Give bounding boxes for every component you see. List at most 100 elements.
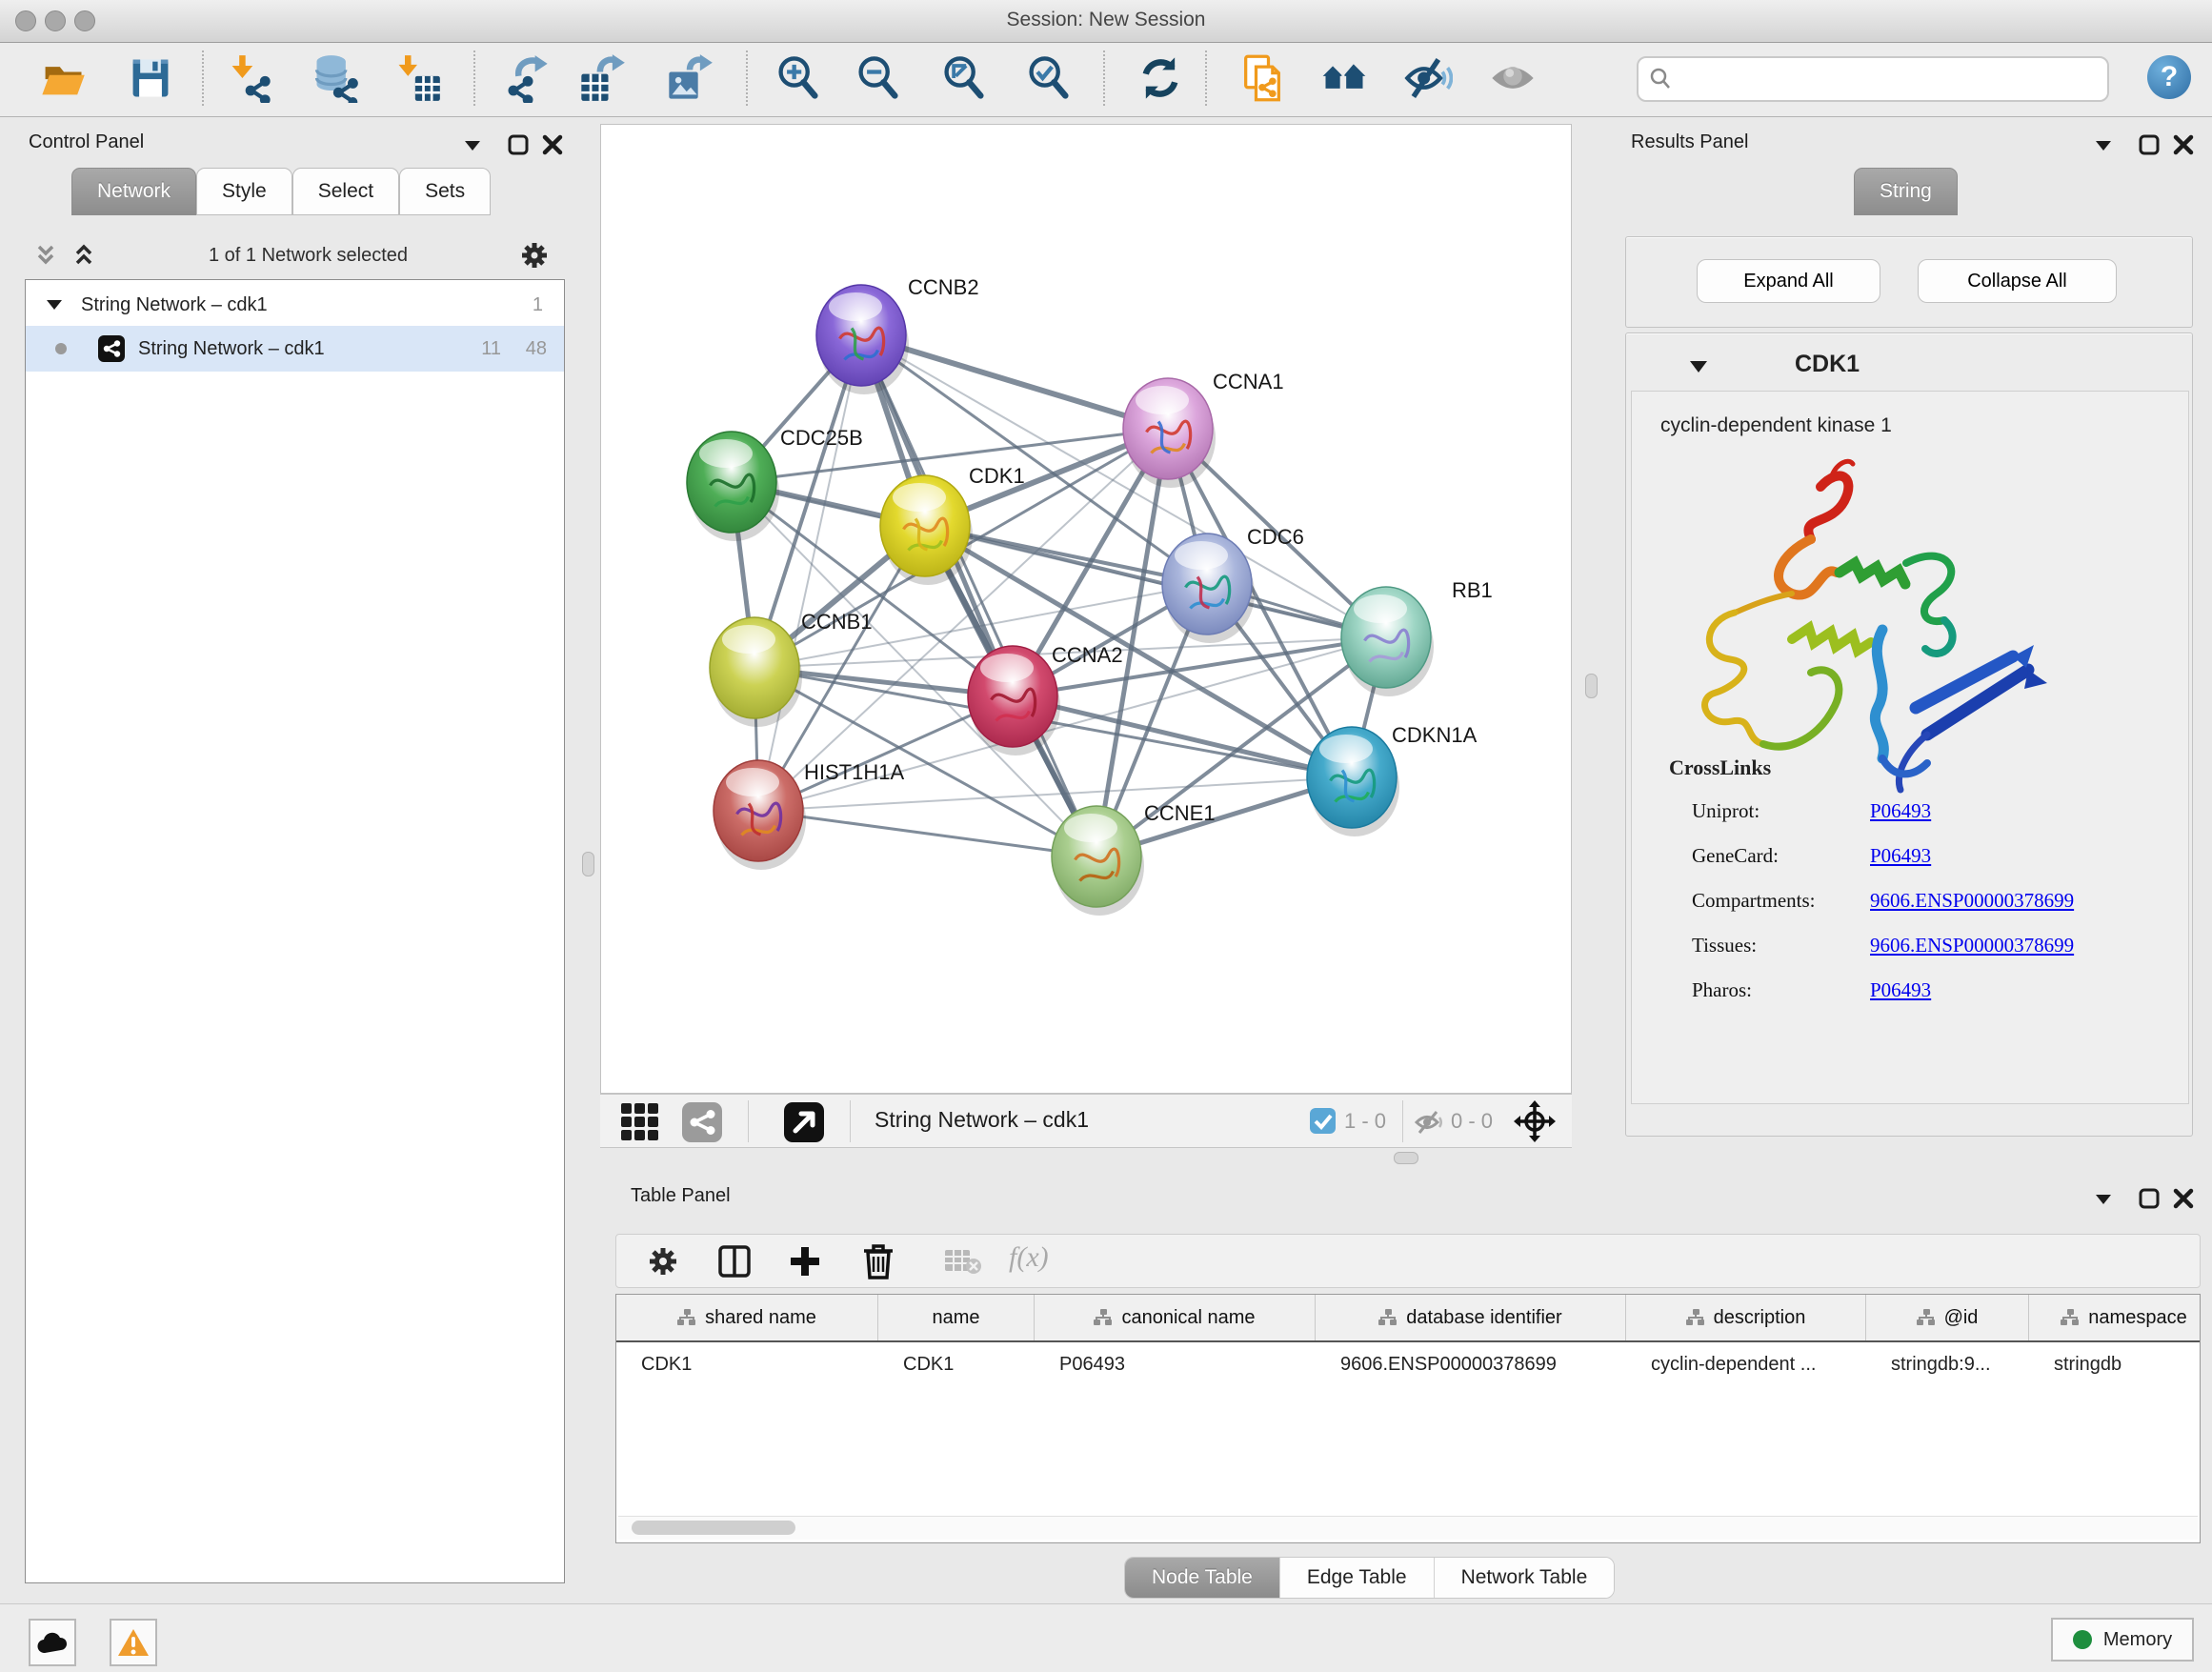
birdseye-grid-icon[interactable] [619,1101,661,1143]
horizontal-scrollbar[interactable] [618,1516,2198,1540]
table-cell[interactable]: stringdb:9... [1866,1354,2029,1376]
panel-float-icon[interactable] [2138,1187,2161,1210]
column-header-name[interactable]: name [878,1295,1035,1340]
zoom-fit-icon[interactable] [939,53,989,103]
network-node-CDKN1A[interactable] [1307,727,1399,836]
tab-node-table[interactable]: Node Table [1125,1558,1280,1598]
clone-network-icon[interactable] [1237,53,1287,103]
open-in-window-icon[interactable] [784,1102,824,1142]
network-node-CDK1[interactable] [880,475,973,585]
crosslink-link[interactable]: 9606.ENSP00000378699 [1870,889,2074,913]
help-button[interactable]: ? [2147,55,2191,99]
network-node-CCNB1[interactable] [710,617,802,727]
panel-close-icon[interactable] [2172,1187,2195,1210]
network-node-CCNB2[interactable] [816,285,909,394]
table-cell[interactable]: stringdb [2029,1354,2212,1376]
network-options-gear-icon[interactable] [519,240,550,271]
column-header-shared-name[interactable]: shared name [616,1295,878,1340]
splitter-handle[interactable] [1585,674,1598,698]
network-node-CCNE1[interactable] [1052,806,1144,916]
column-header-canonical-name[interactable]: canonical name [1035,1295,1316,1340]
table-cell[interactable]: CDK1 [616,1354,878,1376]
section-caret-icon[interactable] [1687,356,1710,375]
table-tabs: Node TableEdge TableNetwork Table [1124,1557,1615,1599]
caret-down-icon[interactable] [45,297,64,312]
export-network-icon[interactable] [502,53,552,103]
expand-all-button[interactable]: Expand All [1697,259,1880,303]
table-cell[interactable]: cyclin-dependent ... [1626,1354,1866,1376]
control-panel-tabs: NetworkStyleSelectSets [71,168,491,215]
search-box[interactable] [1637,56,2109,102]
zoom-in-icon[interactable] [774,53,823,103]
splitter-handle[interactable] [582,852,594,876]
tab-network-table[interactable]: Network Table [1435,1558,1615,1598]
crosslink-link[interactable]: P06493 [1870,799,1931,823]
fit-content-crosshair-icon[interactable] [1513,1099,1557,1143]
save-session-icon[interactable] [126,53,175,103]
column-header-@id[interactable]: @id [1866,1295,2029,1340]
zoom-out-icon[interactable] [854,53,903,103]
expand-all-tree-icon[interactable] [70,243,97,268]
tab-network[interactable]: Network [71,168,196,215]
network-row-selected[interactable]: String Network – cdk1 11 48 [26,326,564,372]
hide-selected-eye-icon[interactable] [1403,53,1453,103]
import-network-file-icon[interactable] [225,53,274,103]
export-table-icon[interactable] [577,53,627,103]
crosslink-link[interactable]: P06493 [1870,844,1931,868]
search-input[interactable] [1682,68,2107,91]
hidden-eye-icon[interactable] [1414,1110,1446,1135]
import-network-database-icon[interactable] [311,53,360,103]
panel-menu-caret-icon[interactable] [2092,135,2115,154]
zoom-selected-icon[interactable] [1024,53,1074,103]
table-cell[interactable]: CDK1 [878,1354,1035,1376]
panel-close-icon[interactable] [541,133,564,156]
table-cell[interactable]: 9606.ENSP00000378699 [1316,1354,1626,1376]
scrollbar-thumb[interactable] [632,1521,795,1535]
node-table[interactable]: shared name namecanonical namedatabase id… [615,1294,2201,1543]
collapse-all-button[interactable]: Collapse All [1918,259,2117,303]
crosslink-link[interactable]: P06493 [1870,978,1931,1002]
network-column-icon [1094,1309,1113,1326]
table-cell[interactable]: P06493 [1035,1354,1316,1376]
table-row[interactable]: CDK1CDK1P064939606.ENSP00000378699cyclin… [616,1342,2200,1386]
network-node-CDC6[interactable] [1162,534,1255,643]
section-title[interactable]: CDK1 [1795,351,1860,378]
refresh-icon[interactable] [1136,53,1185,103]
network-badge-gray-icon[interactable] [682,1102,722,1142]
export-image-icon[interactable] [665,53,714,103]
crosslink-link[interactable]: 9606.ENSP00000378699 [1870,934,2074,957]
show-columns-icon[interactable] [717,1244,752,1279]
column-header-label: shared name [705,1307,816,1329]
splitter-handle[interactable] [1394,1152,1418,1164]
network-canvas[interactable]: CCNB2CCNA1CDC25BCDK1CDC6RB1CCNB1CCNA2CDK… [600,124,1572,1094]
column-header-database-identifier[interactable]: database identifier [1316,1295,1626,1340]
delete-column-trash-icon[interactable] [860,1242,896,1280]
selected-checkbox-icon[interactable] [1310,1108,1336,1134]
column-header-namespace[interactable]: namespace [2029,1295,2212,1340]
memory-button[interactable]: Memory [2051,1618,2194,1662]
network-node-HIST1H1A[interactable] [714,760,806,870]
tab-style[interactable]: Style [196,168,292,215]
panel-menu-caret-icon[interactable] [461,135,484,154]
panel-close-icon[interactable] [2172,133,2195,156]
panel-float-icon[interactable] [2138,133,2161,156]
network-node-CDC25B[interactable] [687,432,779,541]
add-column-icon[interactable] [788,1244,822,1279]
cloud-button[interactable] [29,1619,76,1666]
network-collection-row[interactable]: String Network – cdk1 1 [26,284,564,326]
table-settings-gear-icon[interactable] [647,1245,679,1278]
home-icon[interactable] [1319,53,1369,103]
tab-edge-table[interactable]: Edge Table [1280,1558,1435,1598]
open-session-icon[interactable] [38,53,88,103]
panel-menu-caret-icon[interactable] [2092,1189,2115,1208]
tab-string[interactable]: String [1854,168,1958,215]
tab-sets[interactable]: Sets [399,168,491,215]
import-table-icon[interactable] [392,53,442,103]
warning-button[interactable] [110,1619,157,1666]
network-node-CCNA1[interactable] [1123,378,1216,488]
network-node-RB1[interactable] [1341,587,1434,696]
panel-float-icon[interactable] [507,133,530,156]
column-header-description[interactable]: description [1626,1295,1866,1340]
collapse-all-tree-icon[interactable] [32,243,59,268]
tab-select[interactable]: Select [292,168,399,215]
